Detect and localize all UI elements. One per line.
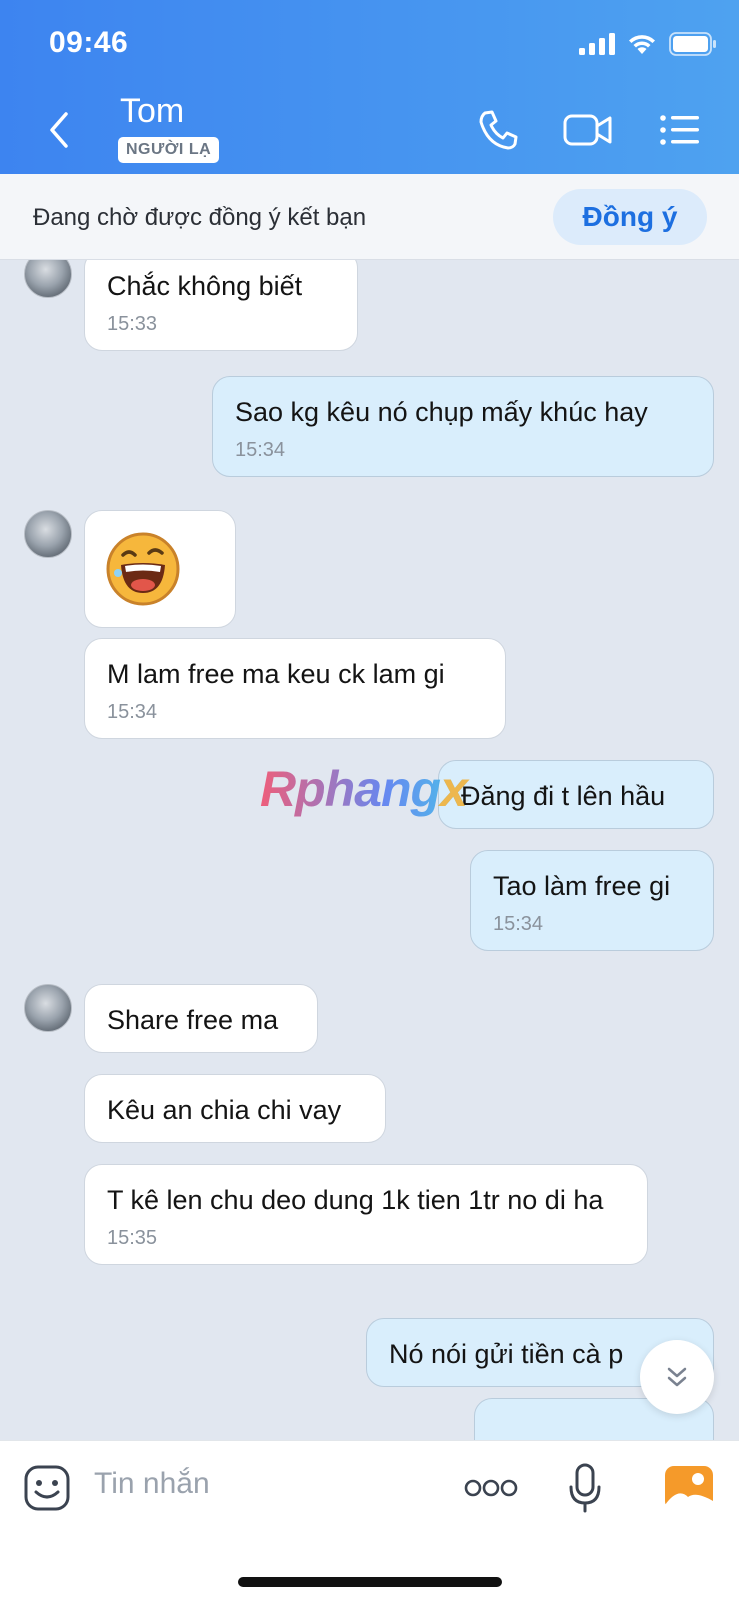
photo-gallery-icon[interactable] bbox=[664, 1465, 714, 1511]
contact-avatar[interactable] bbox=[24, 510, 72, 558]
video-call-icon[interactable] bbox=[562, 108, 614, 152]
message-input-bar: Tin nhắn bbox=[0, 1440, 739, 1600]
message-time: 15:34 bbox=[493, 913, 544, 935]
message-text: Share free ma bbox=[107, 1005, 279, 1035]
microphone-icon[interactable] bbox=[568, 1463, 602, 1513]
contact-avatar[interactable] bbox=[24, 984, 72, 1032]
message-text: Kêu an chia chi vay bbox=[107, 1095, 342, 1125]
chat-header: 09:46 Tom NGƯỜI LẠ bbox=[0, 0, 739, 174]
message-bubble[interactable]: Sao kg kêu nó chụp mấy khúc hay 15:34 bbox=[212, 376, 714, 477]
phone-call-icon[interactable] bbox=[476, 108, 520, 152]
pending-request-text: Đang chờ được đồng ý kết bạn bbox=[33, 204, 367, 231]
menu-list-icon[interactable] bbox=[658, 108, 702, 152]
home-indicator bbox=[238, 1577, 502, 1587]
watermark: Rphangx bbox=[260, 760, 468, 818]
friend-request-bar: Đang chờ được đồng ý kết bạn Đồng ý bbox=[0, 174, 739, 260]
message-text: Sao kg kêu nó chụp mấy khúc hay bbox=[235, 397, 648, 427]
message-bubble[interactable]: Đăng đi t lên hầu bbox=[438, 760, 714, 829]
cellular-signal-icon bbox=[579, 33, 615, 55]
message-text: Chắc không biết bbox=[107, 271, 303, 301]
message-time: 15:34 bbox=[107, 701, 158, 723]
message-bubble[interactable]: Share free ma bbox=[84, 984, 318, 1053]
stranger-badge: NGƯỜI LẠ bbox=[118, 137, 220, 163]
message-list[interactable]: Chắc không biết 15:33 Sao kg kêu nó chụp… bbox=[0, 260, 739, 1440]
wifi-icon bbox=[629, 35, 655, 54]
scroll-to-bottom-button[interactable] bbox=[640, 1340, 714, 1414]
message-time: 15:35 bbox=[107, 1227, 158, 1249]
sticker-emoji-icon[interactable] bbox=[24, 1465, 70, 1511]
status-time: 09:46 bbox=[49, 26, 129, 59]
watermark-text: Rphang bbox=[260, 761, 441, 817]
contact-avatar[interactable] bbox=[24, 260, 72, 298]
message-text: M lam free ma keu ck lam gi bbox=[107, 659, 445, 689]
sticker-bubble[interactable] bbox=[84, 510, 236, 628]
message-text: Tao làm free gi bbox=[493, 871, 671, 901]
message-text: Đăng đi t lên hầu bbox=[461, 781, 666, 811]
message-bubble[interactable]: T kê len chu deo dung 1k tien 1tr no di … bbox=[84, 1164, 648, 1265]
battery-icon bbox=[669, 32, 716, 56]
watermark-suffix: x bbox=[440, 761, 468, 817]
contact-name[interactable]: Tom bbox=[120, 92, 184, 131]
status-icons bbox=[579, 32, 717, 56]
double-chevron-down-icon bbox=[667, 1367, 687, 1387]
message-bubble[interactable]: Tao làm free gi 15:34 bbox=[470, 850, 714, 951]
message-time: 15:34 bbox=[235, 439, 286, 461]
message-bubble[interactable]: Chắc không biết 15:33 bbox=[84, 260, 358, 351]
laughing-face-sticker-icon bbox=[106, 532, 180, 606]
accept-friend-button[interactable]: Đồng ý bbox=[553, 189, 707, 245]
message-bubble[interactable]: Kêu an chia chi vay bbox=[84, 1074, 386, 1143]
more-options-icon[interactable] bbox=[464, 1477, 518, 1499]
message-time: 15:33 bbox=[107, 313, 158, 335]
message-text: T kê len chu deo dung 1k tien 1tr no di … bbox=[107, 1185, 604, 1215]
back-chevron-icon[interactable] bbox=[42, 108, 78, 152]
message-input[interactable]: Tin nhắn bbox=[94, 1467, 210, 1501]
message-bubble[interactable]: M lam free ma keu ck lam gi 15:34 bbox=[84, 638, 506, 739]
message-text: Nó nói gửi tiền cà p bbox=[389, 1339, 624, 1369]
